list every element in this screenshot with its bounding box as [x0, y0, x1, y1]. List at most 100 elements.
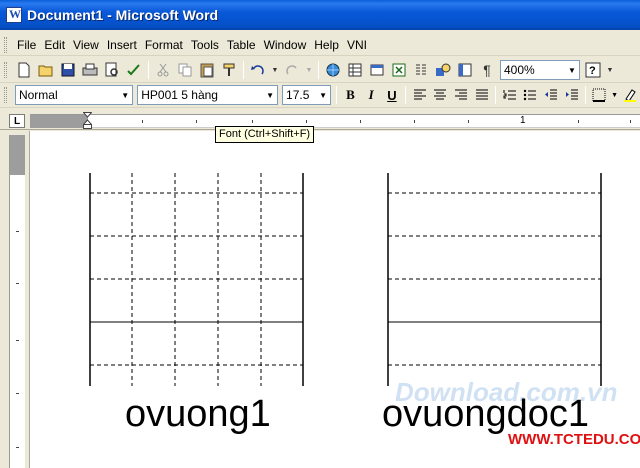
copy-icon[interactable]: [176, 61, 194, 79]
toolbar-separator: [243, 61, 244, 79]
ruler-tick: [16, 340, 19, 341]
font-size-combo[interactable]: 17.5 ▼: [282, 85, 332, 105]
menu-vni[interactable]: VNI: [343, 38, 371, 52]
format-toolbar-grip-icon[interactable]: [4, 87, 7, 103]
ruler-tick: [252, 120, 253, 123]
toolbar-separator: [495, 86, 497, 104]
hyperlink-icon[interactable]: [324, 61, 342, 79]
toolbar-options-icon[interactable]: ▼: [606, 61, 614, 79]
zoom-value: 400%: [504, 63, 535, 77]
align-left-icon[interactable]: [410, 85, 429, 105]
menu-file[interactable]: File: [13, 38, 40, 52]
style-combo[interactable]: Normal ▼: [14, 85, 134, 105]
ruler-tick: [16, 283, 19, 284]
vertical-ruler-area: [0, 131, 30, 468]
document-canvas[interactable]: ovuong1 Download.com.vn ovuongdoc1 WWW.T…: [30, 131, 640, 468]
help-glyph: ?: [589, 65, 596, 77]
tab-selector[interactable]: L: [9, 114, 25, 128]
increase-indent-icon[interactable]: [562, 85, 581, 105]
font-value: HP001 5 hàng: [141, 88, 218, 102]
menu-view[interactable]: View: [69, 38, 103, 52]
borders-icon[interactable]: [590, 85, 609, 105]
site-watermark: WWW.TCTEDU.COM: [508, 431, 640, 448]
show-hide-icon[interactable]: ¶: [478, 61, 496, 79]
redo-icon[interactable]: [283, 61, 301, 79]
excel-icon[interactable]: [390, 61, 408, 79]
ruler-tick: [360, 120, 361, 123]
undo-dropdown-icon[interactable]: ▼: [271, 61, 279, 79]
spelling-icon[interactable]: [125, 61, 143, 79]
ruler-row: L 1: [0, 110, 640, 130]
ruler-tick: [468, 120, 469, 123]
menu-insert[interactable]: Insert: [103, 38, 141, 52]
toolbar-grip-icon[interactable]: [4, 62, 7, 78]
ruler-tick: [142, 120, 143, 123]
ruler-tick: [306, 120, 307, 123]
columns-icon[interactable]: [412, 61, 430, 79]
numbering-icon[interactable]: [500, 85, 519, 105]
ruler-number: 1: [520, 115, 526, 126]
tables-icon[interactable]: [346, 61, 364, 79]
menu-tools[interactable]: Tools: [187, 38, 223, 52]
borders-dropdown-icon[interactable]: ▼: [611, 85, 618, 105]
menu-bar: File Edit View Insert Format Tools Table…: [0, 34, 640, 56]
horizontal-ruler[interactable]: 1: [30, 114, 640, 128]
word-app-icon[interactable]: [6, 7, 22, 23]
caption-ovuong1: ovuong1: [125, 393, 271, 435]
save-icon[interactable]: [59, 61, 77, 79]
toolbar-separator: [318, 61, 319, 79]
indent-marker-icon[interactable]: [83, 112, 92, 130]
standard-toolbar: ▼ ▼ ¶ 400% ▼ ? ▼: [0, 58, 640, 83]
toolbar-separator: [405, 86, 407, 104]
format-painter-icon[interactable]: [220, 61, 238, 79]
toolbar-separator: [148, 61, 149, 79]
undo-icon[interactable]: [249, 61, 267, 79]
caption-ovuongdoc1: ovuongdoc1: [382, 393, 590, 435]
style-dropdown-icon[interactable]: ▼: [118, 86, 132, 104]
menu-table[interactable]: Table: [223, 38, 260, 52]
insert-table-icon[interactable]: [368, 61, 386, 79]
redo-dropdown-icon[interactable]: ▼: [305, 61, 313, 79]
align-center-icon[interactable]: [431, 85, 450, 105]
toolbar-separator: [336, 86, 338, 104]
toolbar-separator: [585, 86, 587, 104]
ruler-tick: [196, 120, 197, 123]
zoom-combo[interactable]: 400% ▼: [500, 60, 580, 80]
menu-window[interactable]: Window: [260, 38, 311, 52]
italic-button[interactable]: I: [362, 85, 381, 105]
ruler-tick: [16, 447, 19, 448]
font-tooltip: Font (Ctrl+Shift+F): [215, 126, 315, 143]
font-size-dropdown-icon[interactable]: ▼: [316, 86, 330, 104]
menu-grip-icon[interactable]: [4, 36, 7, 53]
formatting-toolbar: Normal ▼ HP001 5 hàng ▼ 17.5 ▼ B I U ▼: [0, 83, 640, 108]
paste-icon[interactable]: [198, 61, 216, 79]
bullets-icon[interactable]: [521, 85, 540, 105]
drawing-icon[interactable]: [434, 61, 452, 79]
top-margin-area: [10, 135, 25, 175]
zoom-dropdown-icon[interactable]: ▼: [565, 61, 579, 79]
highlight-icon[interactable]: [620, 85, 639, 105]
decrease-indent-icon[interactable]: [542, 85, 561, 105]
menu-format[interactable]: Format: [141, 38, 187, 52]
new-icon[interactable]: [15, 61, 33, 79]
ruler-tick: [414, 120, 415, 123]
underline-button[interactable]: U: [383, 85, 402, 105]
vertical-ruler[interactable]: [9, 135, 25, 468]
menu-edit[interactable]: Edit: [40, 38, 69, 52]
print-icon[interactable]: [81, 61, 99, 79]
ovuongdoc1-grid: [387, 173, 602, 386]
open-icon[interactable]: [37, 61, 55, 79]
justify-icon[interactable]: [472, 85, 491, 105]
font-combo[interactable]: HP001 5 hàng ▼: [137, 85, 279, 105]
style-value: Normal: [18, 88, 58, 102]
ruler-tick: [16, 231, 19, 232]
font-dropdown-icon[interactable]: ▼: [263, 86, 277, 104]
bold-button[interactable]: B: [341, 85, 360, 105]
cut-icon[interactable]: [154, 61, 172, 79]
menu-help[interactable]: Help: [310, 38, 343, 52]
align-right-icon[interactable]: [452, 85, 471, 105]
font-size-value: 17.5: [286, 88, 310, 102]
print-preview-icon[interactable]: [103, 61, 121, 79]
document-map-icon[interactable]: [456, 61, 474, 79]
help-icon[interactable]: ?: [584, 61, 602, 79]
